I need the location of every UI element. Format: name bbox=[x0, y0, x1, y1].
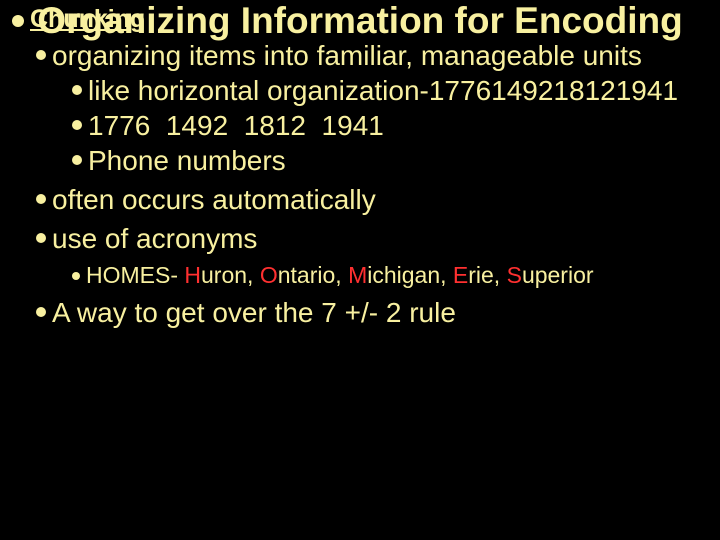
bullet-icon bbox=[36, 50, 46, 60]
bullet-icon bbox=[36, 194, 46, 204]
slide-content: Chunking organizing items into familiar,… bbox=[0, 5, 720, 331]
letter-m: M bbox=[348, 262, 367, 288]
bullet-icon bbox=[12, 15, 24, 27]
heading-text: Chunking bbox=[30, 5, 145, 34]
bullet-icon bbox=[72, 272, 80, 280]
txt: uron, bbox=[201, 262, 260, 288]
bullet-phone: Phone numbers bbox=[72, 143, 710, 178]
letter-e: E bbox=[453, 262, 468, 288]
bullet-text: organizing items into familiar, manageab… bbox=[52, 38, 642, 73]
bullet-years: 1776 1492 1812 1941 bbox=[72, 108, 710, 143]
bullet-text: like horizontal organization-17761492181… bbox=[88, 73, 678, 108]
bullet-icon bbox=[36, 233, 46, 243]
txt: rie, bbox=[468, 262, 506, 288]
bullet-text: HOMES- Huron, Ontario, Michigan, Erie, S… bbox=[86, 262, 594, 290]
bullet-icon bbox=[72, 155, 82, 165]
txt: uperior bbox=[522, 262, 594, 288]
bullet-organizing: organizing items into familiar, manageab… bbox=[36, 38, 710, 73]
bullet-icon bbox=[36, 307, 46, 317]
bullet-text: 1776 1492 1812 1941 bbox=[88, 108, 384, 143]
letter-h: H bbox=[184, 262, 201, 288]
bullet-rule: A way to get over the 7 +/- 2 rule bbox=[36, 295, 710, 330]
bullet-acronyms: use of acronyms bbox=[36, 221, 710, 256]
bullet-homes: HOMES- Huron, Ontario, Michigan, Erie, S… bbox=[72, 262, 710, 290]
bullet-text: often occurs automatically bbox=[52, 182, 376, 217]
bullet-text: Phone numbers bbox=[88, 143, 286, 178]
letter-s: S bbox=[507, 262, 522, 288]
letter-o: O bbox=[260, 262, 278, 288]
bullet-icon bbox=[72, 120, 82, 130]
txt: ichigan, bbox=[367, 262, 453, 288]
bullet-text: use of acronyms bbox=[52, 221, 257, 256]
bullet-horizontal: like horizontal organization-17761492181… bbox=[72, 73, 710, 108]
slide: Organizing Information for Encoding Chun… bbox=[0, 0, 720, 540]
homes-prefix: HOMES- bbox=[86, 262, 184, 288]
bullet-often: often occurs automatically bbox=[36, 182, 710, 217]
bullet-text: A way to get over the 7 +/- 2 rule bbox=[52, 295, 456, 330]
bullet-icon bbox=[72, 85, 82, 95]
txt: ntario, bbox=[278, 262, 348, 288]
